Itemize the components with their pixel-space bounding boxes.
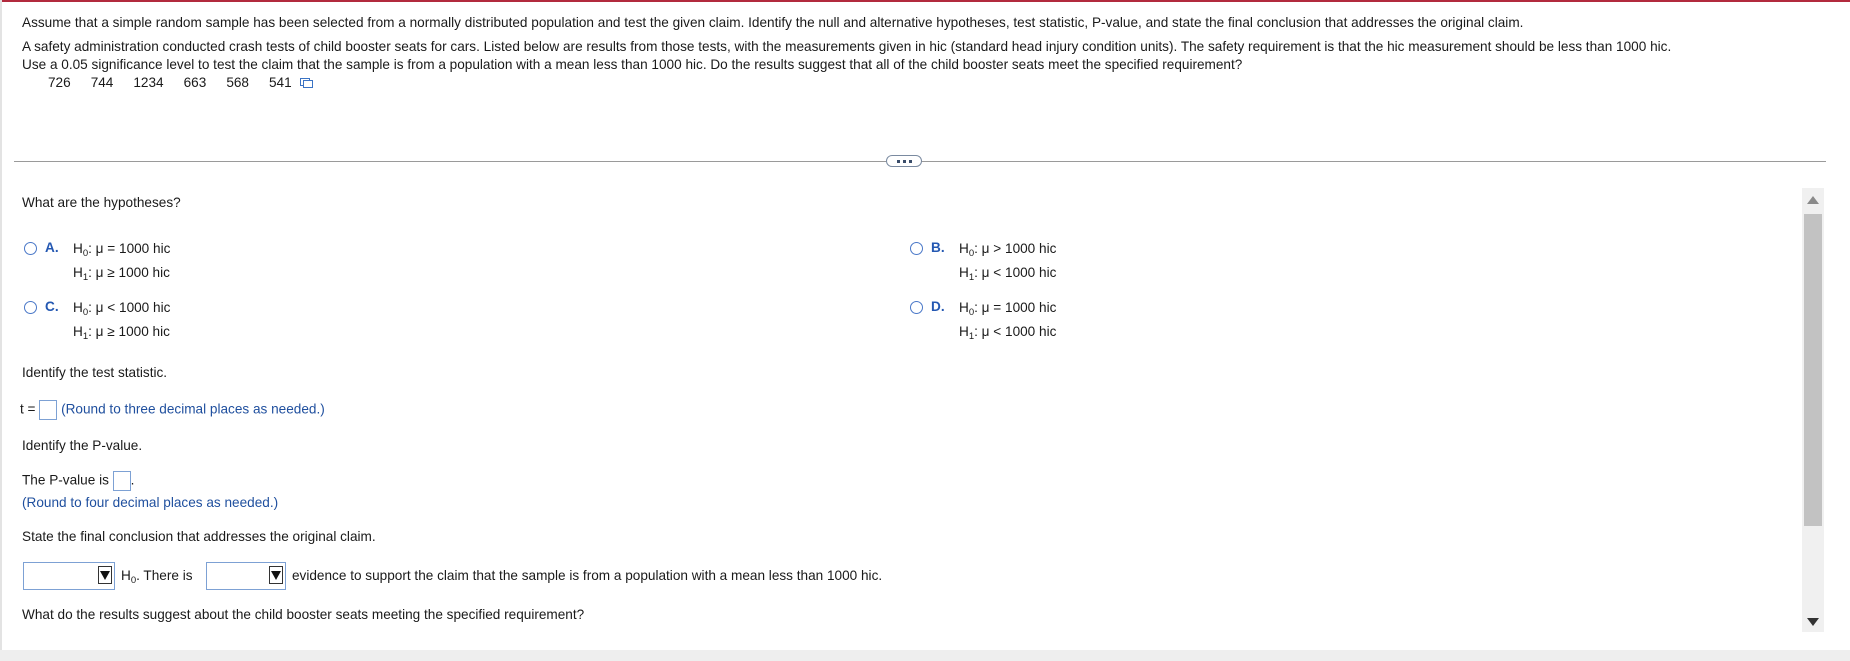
option-b-h1: H1: μ < 1000 hic: [959, 265, 1057, 283]
option-a-radio[interactable]: [24, 242, 37, 255]
scroll-down-icon[interactable]: [1807, 618, 1819, 626]
test-statistic-question: Identify the test statistic.: [22, 365, 168, 380]
sample-value: 744: [90, 75, 114, 90]
option-a-h0: H0: μ = 1000 hic: [73, 241, 171, 259]
scroll-up-icon[interactable]: [1807, 196, 1819, 204]
p-value-hint: (Round to four decimal places as needed.…: [22, 495, 279, 510]
sample-value: 568: [226, 75, 249, 90]
ellipsis-icon[interactable]: [886, 155, 922, 167]
conclusion-question: State the final conclusion that addresse…: [22, 529, 376, 544]
problem-statement: Assume that a simple random sample has b…: [22, 14, 1671, 74]
test-statistic-input[interactable]: [39, 400, 58, 420]
hypotheses-question: What are the hypotheses?: [22, 195, 181, 210]
option-a-letter: A.: [45, 240, 59, 255]
option-c-h0: H0: μ < 1000 hic: [73, 300, 171, 318]
data-table-icon[interactable]: [299, 77, 313, 88]
option-c-radio[interactable]: [24, 301, 37, 314]
p-value-question: Identify the P-value.: [22, 438, 143, 453]
sample-value: 726: [48, 75, 71, 90]
option-d-h1: H1: μ < 1000 hic: [959, 324, 1057, 342]
reject-decision-dropdown[interactable]: [23, 562, 115, 590]
p-value-label: The P-value is: [22, 472, 109, 488]
option-c-letter: C.: [45, 299, 59, 314]
p-value-row: The P-value is .: [22, 471, 134, 491]
option-d[interactable]: D. H0: μ = 1000 hic H1: μ < 1000 hic: [910, 299, 1056, 344]
chevron-down-icon[interactable]: [98, 566, 112, 584]
option-b-h0: H0: μ > 1000 hic: [959, 241, 1057, 259]
intro-line-3: Use a 0.05 significance level to test th…: [22, 57, 1243, 72]
option-b-radio[interactable]: [910, 242, 923, 255]
top-accent-bar: [0, 0, 1850, 2]
sample-value: 663: [183, 75, 207, 90]
option-a[interactable]: A. H0: μ = 1000 hic H1: μ ≥ 1000 hic: [24, 240, 170, 285]
sample-value: 1234: [133, 75, 164, 90]
test-statistic-hint: (Round to three decimal places as needed…: [61, 401, 325, 417]
option-b[interactable]: B. H0: μ > 1000 hic H1: μ < 1000 hic: [910, 240, 1056, 285]
sample-values: 726 744 1234 663 568 541: [48, 75, 313, 90]
requirement-question: What do the results suggest about the ch…: [22, 607, 585, 622]
evidence-level-dropdown[interactable]: [206, 562, 286, 590]
option-d-letter: D.: [931, 299, 945, 314]
t-label: t =: [20, 401, 36, 417]
chevron-down-icon[interactable]: [269, 566, 283, 584]
test-statistic-row: t = (Round to three decimal places as ne…: [20, 400, 325, 420]
left-edge: [0, 0, 2, 661]
conclusion-h0-text: H0. There is: [121, 568, 193, 586]
sample-value: 541: [269, 75, 292, 90]
option-c[interactable]: C. H0: μ < 1000 hic H1: μ ≥ 1000 hic: [24, 299, 170, 344]
option-d-h0: H0: μ = 1000 hic: [959, 300, 1057, 318]
conclusion-tail-text: evidence to support the claim that the s…: [292, 568, 883, 583]
option-a-h1: H1: μ ≥ 1000 hic: [73, 265, 170, 283]
intro-line-2: A safety administration conducted crash …: [22, 39, 1672, 54]
scrollbar-thumb[interactable]: [1804, 214, 1822, 526]
option-b-letter: B.: [931, 240, 945, 255]
p-value-input[interactable]: [112, 471, 131, 491]
option-c-h1: H1: μ ≥ 1000 hic: [73, 324, 170, 342]
intro-line-1: Assume that a simple random sample has b…: [22, 15, 1524, 30]
option-d-radio[interactable]: [910, 301, 923, 314]
bottom-bar: [0, 650, 1850, 661]
